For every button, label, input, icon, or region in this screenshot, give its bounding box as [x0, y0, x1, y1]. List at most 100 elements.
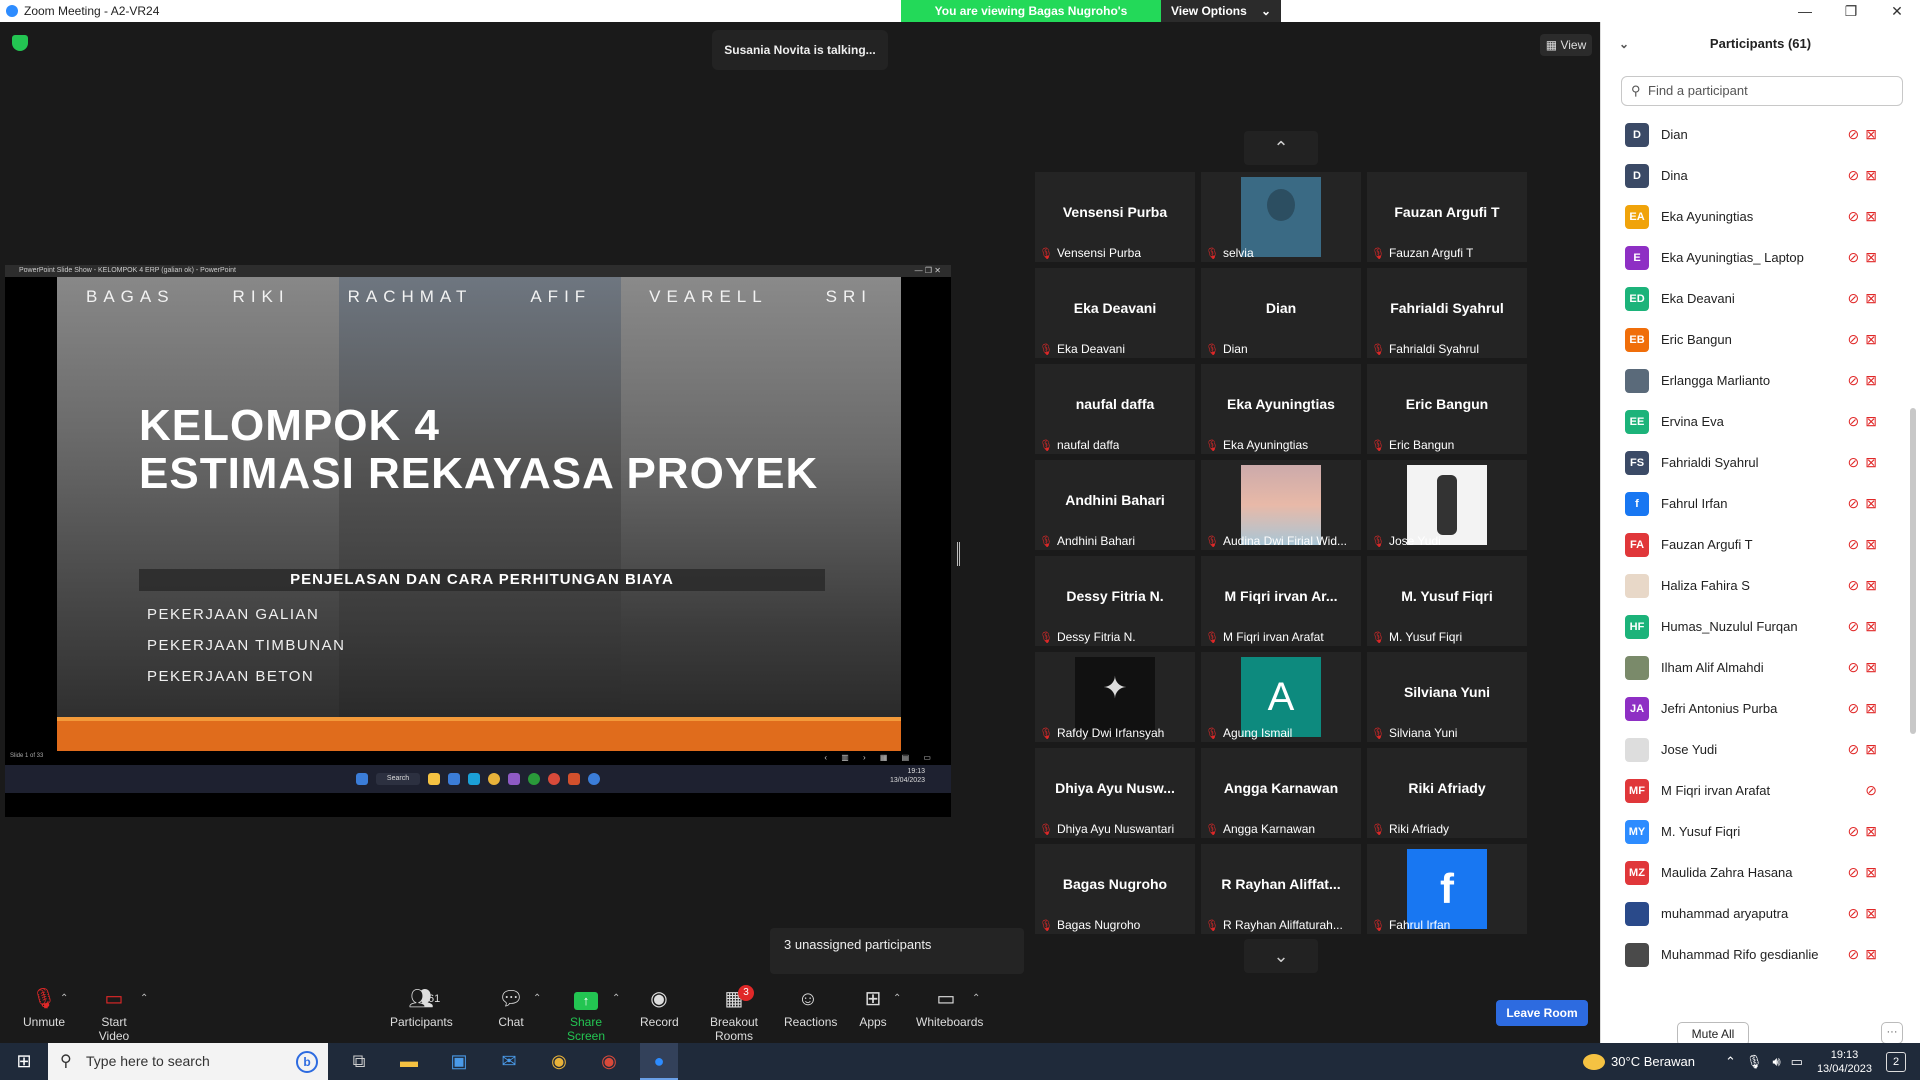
leave-room-button[interactable]: Leave Room — [1496, 1000, 1588, 1026]
record-button[interactable]: ◉ Record — [640, 987, 679, 1029]
store-icon[interactable]: ▣ — [440, 1043, 478, 1080]
participant-row[interactable]: FA Fauzan Argufi T ⊘⊠ — [1601, 524, 1901, 565]
whiteboards-button[interactable]: ▭ Whiteboards — [916, 987, 983, 1029]
tray-chevron-icon[interactable]: ⌃ — [1725, 1054, 1736, 1070]
video-tile[interactable]: 🎙︎ selvia — [1201, 172, 1361, 262]
window-title: Zoom Meeting - A2-VR24 — [24, 4, 160, 18]
notifications-icon[interactable]: 2 — [1886, 1051, 1906, 1072]
video-tile[interactable]: Bagas Nugroho 🎙︎ Bagas Nugroho — [1035, 844, 1195, 934]
participant-row[interactable]: EA Eka Ayuningtias ⊘⊠ — [1601, 196, 1901, 237]
security-shield-icon[interactable] — [12, 35, 28, 51]
minimize-button[interactable]: — — [1782, 0, 1828, 22]
participant-row[interactable]: Jose Yudi ⊘⊠ — [1601, 729, 1901, 770]
more-options-button[interactable]: ··· — [1881, 1022, 1903, 1044]
volume-icon[interactable]: 🔊︎ — [1772, 1054, 1780, 1070]
video-tile[interactable]: Riki Afriady 🎙︎ Riki Afriady — [1367, 748, 1527, 838]
participant-row[interactable]: MZ Maulida Zahra Hasana ⊘⊠ — [1601, 852, 1901, 893]
video-tile[interactable]: ✦ 🎙︎ Rafdy Dwi Irfansyah — [1035, 652, 1195, 742]
participant-row[interactable]: E Eka Ayuningtias_ Laptop ⊘⊠ — [1601, 237, 1901, 278]
video-tile[interactable]: 🎙︎ Jose Yudi — [1367, 460, 1527, 550]
video-tile[interactable]: M. Yusuf Fiqri 🎙︎ M. Yusuf Fiqri — [1367, 556, 1527, 646]
video-tile[interactable]: Eka Deavani 🎙︎ Eka Deavani — [1035, 268, 1195, 358]
taskbar-search-box[interactable]: ⚲ Type here to search b — [48, 1043, 328, 1080]
windows-start-button[interactable]: ⊞ — [0, 1051, 48, 1072]
mic-icon[interactable]: 🎙︎ — [1746, 1054, 1763, 1070]
view-options-button[interactable]: View Options ⌄ — [1161, 0, 1281, 22]
video-tile[interactable]: Vensensi Purba 🎙︎ Vensensi Purba — [1035, 172, 1195, 262]
video-tile[interactable]: A 🎙︎ Agung Ismail — [1201, 652, 1361, 742]
splitter-handle[interactable] — [957, 542, 960, 566]
video-tile[interactable]: R Rayhan Aliffat... 🎙︎ R Rayhan Aliffatura… — [1201, 844, 1361, 934]
participant-row[interactable]: ED Eka Deavani ⊘⊠ — [1601, 278, 1901, 319]
chrome-icon[interactable]: ◉ — [540, 1043, 578, 1080]
start-video-button[interactable]: ▭ Start Video — [86, 987, 142, 1043]
network-icon[interactable]: ▭ — [1791, 1054, 1803, 1070]
video-options-caret[interactable]: ⌃ — [140, 993, 148, 1004]
participants-button[interactable]: 👥︎ 61 Participants — [390, 987, 453, 1029]
video-tile[interactable]: Andhini Bahari 🎙︎ Andhini Bahari — [1035, 460, 1195, 550]
participant-row[interactable]: Muhammad Rifo gesdianlie ⊘⊠ — [1601, 934, 1901, 975]
chat-options-caret[interactable]: ⌃ — [533, 993, 541, 1004]
participant-row[interactable]: D Dina ⊘⊠ — [1601, 155, 1901, 196]
video-tile[interactable]: Dian 🎙︎ Dian — [1201, 268, 1361, 358]
zoom-icon[interactable]: ● — [640, 1043, 678, 1080]
mail-icon[interactable]: ✉ — [490, 1043, 528, 1080]
participant-list-scrollbar[interactable] — [1910, 408, 1916, 734]
participant-row[interactable]: MF M Fiqri irvan Arafat ⊘ — [1601, 770, 1901, 811]
taskbar-clock[interactable]: 19:13 13/04/2023 — [1817, 1048, 1872, 1076]
participant-status-icons: ⊘⊠ — [1848, 536, 1883, 553]
video-tile[interactable]: naufal daffa 🎙︎ naufal daffa — [1035, 364, 1195, 454]
share-options-caret[interactable]: ⌃ — [612, 993, 620, 1004]
mic-muted-icon: 🎙︎ — [1039, 247, 1053, 260]
file-explorer-icon[interactable]: ▬ — [390, 1043, 428, 1080]
tile-footer: 🎙︎ Eric Bangun — [1371, 438, 1523, 452]
video-tile[interactable]: 🎙︎ Audina Dwi Firial Wid... — [1201, 460, 1361, 550]
participant-row[interactable]: HF Humas_Nuzulul Furqan ⊘⊠ — [1601, 606, 1901, 647]
audio-options-caret[interactable]: ⌃ — [60, 993, 68, 1004]
bing-icon[interactable]: b — [296, 1051, 318, 1073]
mic-muted-icon: 🎙︎ — [1205, 247, 1219, 260]
close-button[interactable]: ✕ — [1874, 0, 1920, 22]
chrome-profile-icon[interactable]: ◉ — [590, 1043, 628, 1080]
tile-footer: 🎙︎ Angga Karnawan — [1205, 822, 1357, 836]
apps-options-caret[interactable]: ⌃ — [893, 993, 901, 1004]
video-tile[interactable]: Fahrialdi Syahrul 🎙︎ Fahrialdi Syahrul — [1367, 268, 1527, 358]
chat-button[interactable]: 💬︎ Chat — [494, 987, 528, 1029]
collapse-chevron-icon[interactable]: ⌄ — [1619, 22, 1629, 66]
task-view-icon[interactable]: ⧉ — [340, 1043, 378, 1080]
video-tile[interactable]: Fauzan Argufi T 🎙︎ Fauzan Argufi T — [1367, 172, 1527, 262]
breakout-rooms-button[interactable]: ▦ 3 Breakout Rooms — [696, 985, 772, 1043]
whiteboards-options-caret[interactable]: ⌃ — [972, 993, 980, 1004]
gallery-scroll-up-button[interactable]: ⌃ — [1244, 131, 1318, 165]
participant-row[interactable]: FS Fahrialdi Syahrul ⊘⊠ — [1601, 442, 1901, 483]
maximize-button[interactable]: ❐ — [1828, 0, 1874, 22]
video-tile[interactable]: Dhiya Ayu Nusw... 🎙︎ Dhiya Ayu Nuswantari — [1035, 748, 1195, 838]
participant-row[interactable]: D Dian ⊘⊠ — [1601, 114, 1901, 155]
store-icon — [448, 773, 460, 785]
video-tile[interactable]: M Fiqri irvan Ar... 🎙︎ M Fiqri irvan Arafa… — [1201, 556, 1361, 646]
view-button[interactable]: ▦ View — [1540, 34, 1592, 56]
participant-row[interactable]: f Fahrul Irfan ⊘⊠ — [1601, 483, 1901, 524]
video-tile[interactable]: f 🎙︎ Fahrul Irfan — [1367, 844, 1527, 934]
participant-search-input[interactable]: ⚲ Find a participant — [1621, 76, 1903, 106]
share-screen-button[interactable]: ↑ Share Screen — [555, 987, 617, 1043]
participant-row[interactable]: JA Jefri Antonius Purba ⊘⊠ — [1601, 688, 1901, 729]
mic-muted-icon: ⊘ — [1847, 741, 1866, 757]
gallery-scroll-down-button[interactable]: ⌄ — [1244, 939, 1318, 973]
video-tile[interactable]: Silviana Yuni 🎙︎ Silviana Yuni — [1367, 652, 1527, 742]
participant-row[interactable]: Ilham Alif Almahdi ⊘⊠ — [1601, 647, 1901, 688]
participant-row[interactable]: muhammad aryaputra ⊘⊠ — [1601, 893, 1901, 934]
weather-widget[interactable]: 30°C Berawan — [1583, 1053, 1695, 1070]
facebook-icon: f — [1407, 849, 1487, 929]
participant-row[interactable]: Haliza Fahira S ⊘⊠ — [1601, 565, 1901, 606]
reactions-button[interactable]: ☺ Reactions — [784, 987, 837, 1029]
apps-button[interactable]: ⊞ Apps — [858, 987, 888, 1029]
video-tile[interactable]: Dessy Fitria N. 🎙︎ Dessy Fitria N. — [1035, 556, 1195, 646]
video-tile[interactable]: Angga Karnawan 🎙︎ Angga Karnawan — [1201, 748, 1361, 838]
video-tile[interactable]: Eka Ayuningtias 🎙︎ Eka Ayuningtias — [1201, 364, 1361, 454]
participant-row[interactable]: Erlangga Marlianto ⊘⊠ — [1601, 360, 1901, 401]
video-tile[interactable]: Eric Bangun 🎙︎ Eric Bangun — [1367, 364, 1527, 454]
participant-row[interactable]: EE Ervina Eva ⊘⊠ — [1601, 401, 1901, 442]
participant-row[interactable]: EB Eric Bangun ⊘⊠ — [1601, 319, 1901, 360]
participant-row[interactable]: MY M. Yusuf Fiqri ⊘⊠ — [1601, 811, 1901, 852]
